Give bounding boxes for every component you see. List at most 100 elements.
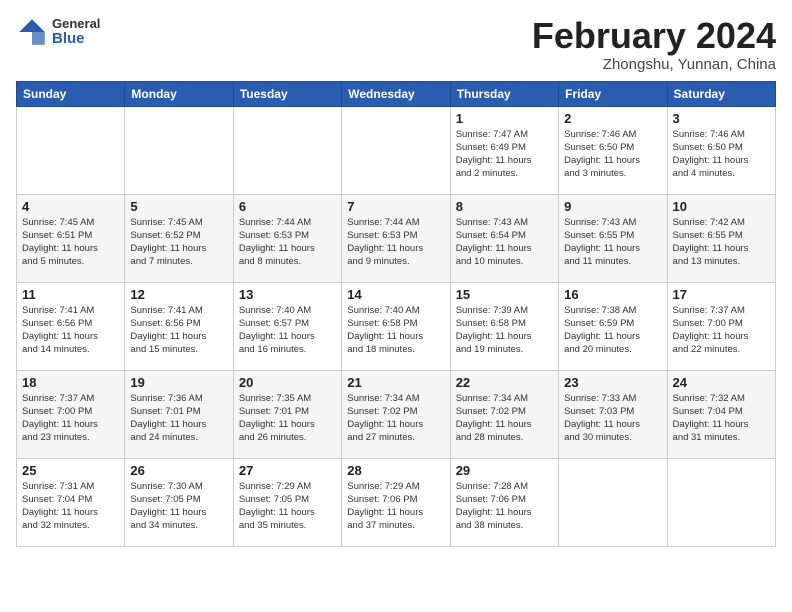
- day-number: 4: [22, 199, 119, 214]
- day-number: 21: [347, 375, 444, 390]
- week-row-3: 11Sunrise: 7:41 AM Sunset: 6:56 PM Dayli…: [17, 282, 776, 370]
- calendar-cell: [125, 106, 233, 194]
- day-number: 10: [673, 199, 770, 214]
- day-info: Sunrise: 7:37 AM Sunset: 7:00 PM Dayligh…: [22, 392, 119, 445]
- day-info: Sunrise: 7:43 AM Sunset: 6:54 PM Dayligh…: [456, 216, 553, 269]
- calendar-cell: 2 Sunrise: 7:46 AM Sunset: 6:50 PM Daylig…: [559, 106, 667, 194]
- day-info: Sunrise: 7:46 AM Sunset: 6:50 PM Dayligh…: [564, 128, 661, 181]
- day-number: 23: [564, 375, 661, 390]
- day-info: Sunrise: 7:44 AM Sunset: 6:53 PM Dayligh…: [239, 216, 336, 269]
- calendar-cell: [559, 458, 667, 546]
- day-info: Sunrise: 7:44 AM Sunset: 6:53 PM Dayligh…: [347, 216, 444, 269]
- day-info: Sunrise: 7:34 AM Sunset: 7:02 PM Dayligh…: [456, 392, 553, 445]
- weekday-header-sunday: Sunday: [17, 81, 125, 106]
- day-number: 8: [456, 199, 553, 214]
- calendar-table: SundayMondayTuesdayWednesdayThursdayFrid…: [16, 81, 776, 547]
- calendar-cell: 16 Sunrise: 7:38 AM Sunset: 6:59 PM Dayli…: [559, 282, 667, 370]
- day-info: Sunrise: 7:39 AM Sunset: 6:58 PM Dayligh…: [456, 304, 553, 357]
- day-number: 7: [347, 199, 444, 214]
- day-number: 2: [564, 111, 661, 126]
- week-row-4: 18Sunrise: 7:37 AM Sunset: 7:00 PM Dayli…: [17, 370, 776, 458]
- day-info: Sunrise: 7:43 AM Sunset: 6:55 PM Dayligh…: [564, 216, 661, 269]
- day-info: Sunrise: 7:40 AM Sunset: 6:57 PM Dayligh…: [239, 304, 336, 357]
- calendar-cell: 28 Sunrise: 7:29 AM Sunset: 7:06 PM Dayli…: [342, 458, 450, 546]
- calendar-cell: 5 Sunrise: 7:45 AM Sunset: 6:52 PM Daylig…: [125, 194, 233, 282]
- day-info: Sunrise: 7:41 AM Sunset: 6:56 PM Dayligh…: [22, 304, 119, 357]
- calendar-body: 1 Sunrise: 7:47 AM Sunset: 6:49 PM Daylig…: [17, 106, 776, 546]
- calendar-cell: 17 Sunrise: 7:37 AM Sunset: 7:00 PM Dayli…: [667, 282, 775, 370]
- location-subtitle: Zhongshu, Yunnan, China: [532, 56, 776, 73]
- day-info: Sunrise: 7:34 AM Sunset: 7:02 PM Dayligh…: [347, 392, 444, 445]
- month-title: February 2024: [532, 16, 776, 56]
- calendar-header: SundayMondayTuesdayWednesdayThursdayFrid…: [17, 81, 776, 106]
- day-number: 24: [673, 375, 770, 390]
- day-info: Sunrise: 7:45 AM Sunset: 6:52 PM Dayligh…: [130, 216, 227, 269]
- day-number: 13: [239, 287, 336, 302]
- calendar-cell: 26 Sunrise: 7:30 AM Sunset: 7:05 PM Dayli…: [125, 458, 233, 546]
- day-info: Sunrise: 7:32 AM Sunset: 7:04 PM Dayligh…: [673, 392, 770, 445]
- day-number: 12: [130, 287, 227, 302]
- calendar-cell: 18Sunrise: 7:37 AM Sunset: 7:00 PM Dayli…: [17, 370, 125, 458]
- calendar-cell: [233, 106, 341, 194]
- page-header: General Blue February 2024 Zhongshu, Yun…: [16, 16, 776, 73]
- week-row-2: 4 Sunrise: 7:45 AM Sunset: 6:51 PM Daylig…: [17, 194, 776, 282]
- calendar-cell: 10Sunrise: 7:42 AM Sunset: 6:55 PM Dayli…: [667, 194, 775, 282]
- day-number: 28: [347, 463, 444, 478]
- day-info: Sunrise: 7:35 AM Sunset: 7:01 PM Dayligh…: [239, 392, 336, 445]
- day-info: Sunrise: 7:29 AM Sunset: 7:05 PM Dayligh…: [239, 480, 336, 533]
- logo-general: General: [52, 17, 100, 31]
- calendar-cell: 13 Sunrise: 7:40 AM Sunset: 6:57 PM Dayli…: [233, 282, 341, 370]
- calendar-cell: 11Sunrise: 7:41 AM Sunset: 6:56 PM Dayli…: [17, 282, 125, 370]
- calendar-cell: 14Sunrise: 7:40 AM Sunset: 6:58 PM Dayli…: [342, 282, 450, 370]
- calendar-cell: [17, 106, 125, 194]
- day-info: Sunrise: 7:45 AM Sunset: 6:51 PM Dayligh…: [22, 216, 119, 269]
- calendar-title-area: February 2024 Zhongshu, Yunnan, China: [532, 16, 776, 73]
- day-number: 15: [456, 287, 553, 302]
- calendar-cell: 1 Sunrise: 7:47 AM Sunset: 6:49 PM Daylig…: [450, 106, 558, 194]
- day-number: 6: [239, 199, 336, 214]
- logo-blue: Blue: [52, 31, 100, 48]
- week-row-5: 25Sunrise: 7:31 AM Sunset: 7:04 PM Dayli…: [17, 458, 776, 546]
- calendar-cell: 29 Sunrise: 7:28 AM Sunset: 7:06 PM Dayli…: [450, 458, 558, 546]
- day-number: 27: [239, 463, 336, 478]
- calendar-cell: 25Sunrise: 7:31 AM Sunset: 7:04 PM Dayli…: [17, 458, 125, 546]
- calendar-cell: 19 Sunrise: 7:36 AM Sunset: 7:01 PM Dayli…: [125, 370, 233, 458]
- calendar-cell: 15 Sunrise: 7:39 AM Sunset: 6:58 PM Dayli…: [450, 282, 558, 370]
- day-number: 1: [456, 111, 553, 126]
- day-number: 25: [22, 463, 119, 478]
- calendar-cell: 3Sunrise: 7:46 AM Sunset: 6:50 PM Daylig…: [667, 106, 775, 194]
- weekday-header-thursday: Thursday: [450, 81, 558, 106]
- calendar-cell: 23 Sunrise: 7:33 AM Sunset: 7:03 PM Dayli…: [559, 370, 667, 458]
- day-info: Sunrise: 7:30 AM Sunset: 7:05 PM Dayligh…: [130, 480, 227, 533]
- week-row-1: 1 Sunrise: 7:47 AM Sunset: 6:49 PM Daylig…: [17, 106, 776, 194]
- calendar-cell: 24 Sunrise: 7:32 AM Sunset: 7:04 PM Dayli…: [667, 370, 775, 458]
- day-info: Sunrise: 7:37 AM Sunset: 7:00 PM Dayligh…: [673, 304, 770, 357]
- day-info: Sunrise: 7:29 AM Sunset: 7:06 PM Dayligh…: [347, 480, 444, 533]
- calendar-cell: 22 Sunrise: 7:34 AM Sunset: 7:02 PM Dayli…: [450, 370, 558, 458]
- day-info: Sunrise: 7:47 AM Sunset: 6:49 PM Dayligh…: [456, 128, 553, 181]
- day-info: Sunrise: 7:33 AM Sunset: 7:03 PM Dayligh…: [564, 392, 661, 445]
- logo-text: General Blue: [52, 17, 100, 48]
- day-info: Sunrise: 7:28 AM Sunset: 7:06 PM Dayligh…: [456, 480, 553, 533]
- day-number: 3: [673, 111, 770, 126]
- day-number: 22: [456, 375, 553, 390]
- calendar-cell: 4 Sunrise: 7:45 AM Sunset: 6:51 PM Daylig…: [17, 194, 125, 282]
- day-number: 17: [673, 287, 770, 302]
- day-number: 14: [347, 287, 444, 302]
- calendar-cell: 9Sunrise: 7:43 AM Sunset: 6:55 PM Daylig…: [559, 194, 667, 282]
- day-number: 26: [130, 463, 227, 478]
- day-info: Sunrise: 7:38 AM Sunset: 6:59 PM Dayligh…: [564, 304, 661, 357]
- day-number: 16: [564, 287, 661, 302]
- weekday-header-saturday: Saturday: [667, 81, 775, 106]
- day-number: 29: [456, 463, 553, 478]
- day-number: 20: [239, 375, 336, 390]
- day-info: Sunrise: 7:36 AM Sunset: 7:01 PM Dayligh…: [130, 392, 227, 445]
- day-number: 5: [130, 199, 227, 214]
- day-info: Sunrise: 7:41 AM Sunset: 6:56 PM Dayligh…: [130, 304, 227, 357]
- logo: General Blue: [16, 16, 100, 48]
- calendar-cell: 12 Sunrise: 7:41 AM Sunset: 6:56 PM Dayli…: [125, 282, 233, 370]
- calendar-cell: 6 Sunrise: 7:44 AM Sunset: 6:53 PM Daylig…: [233, 194, 341, 282]
- logo-icon: [16, 16, 48, 48]
- weekday-header-friday: Friday: [559, 81, 667, 106]
- day-number: 19: [130, 375, 227, 390]
